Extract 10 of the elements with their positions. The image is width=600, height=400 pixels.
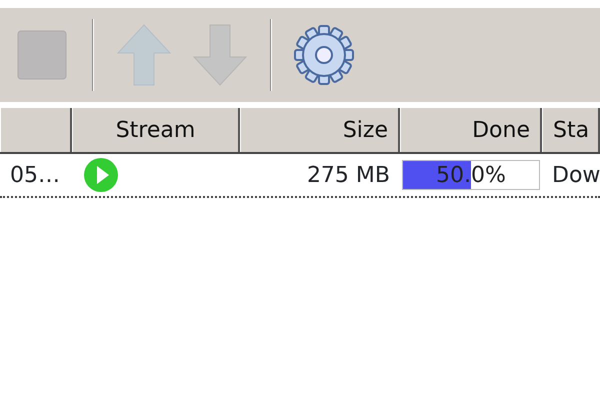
column-header[interactable] — [0, 108, 72, 152]
settings-icon[interactable] — [294, 25, 354, 85]
size-cell-text: 275 MB — [306, 162, 391, 190]
column-header[interactable]: Stream — [72, 108, 240, 152]
status-cell-text: Dow — [551, 162, 600, 190]
play-icon[interactable] — [82, 156, 120, 194]
column-header[interactable]: Sta — [542, 108, 600, 152]
column-header[interactable]: Size — [240, 108, 400, 152]
column-header[interactable]: Done — [400, 108, 542, 152]
name-cell-text: 05… — [9, 162, 61, 190]
